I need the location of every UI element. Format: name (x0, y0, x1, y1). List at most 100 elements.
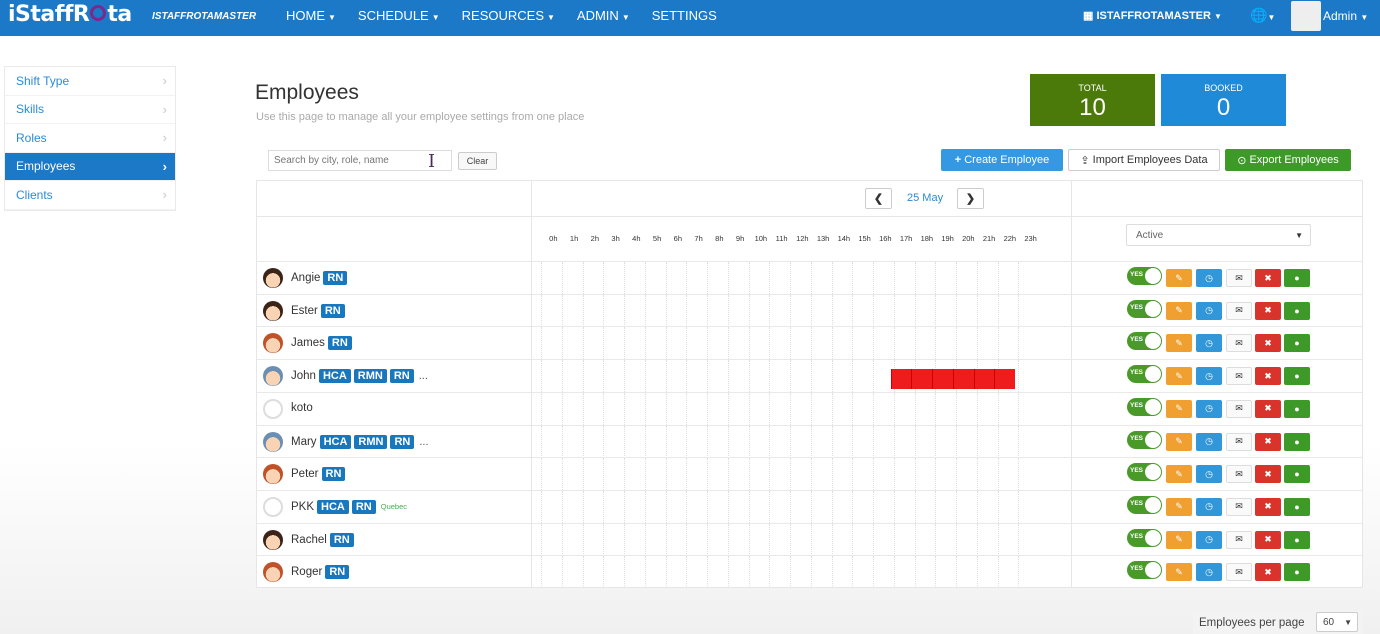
delete-button[interactable]: ✖ (1255, 301, 1281, 320)
message-button[interactable]: ● (1284, 399, 1310, 418)
email-button[interactable]: ✉ (1226, 334, 1252, 353)
clear-button[interactable]: Clear (458, 152, 497, 170)
active-toggle[interactable]: YES (1127, 332, 1162, 351)
edit-button[interactable]: ✎ (1166, 465, 1192, 484)
next-day-button[interactable]: ❯ (957, 188, 984, 209)
employee-name[interactable]: John (291, 370, 316, 382)
schedule-button[interactable]: ◷ (1196, 563, 1222, 582)
employee-name[interactable]: James (291, 337, 325, 349)
shift-block[interactable] (994, 369, 1015, 390)
employee-name[interactable]: Rachel (291, 534, 327, 546)
nav-resources[interactable]: RESOURCES ▼ (462, 8, 555, 23)
schedule-button[interactable]: ◷ (1196, 530, 1222, 549)
app-logo[interactable]: iStaffR ta (8, 2, 132, 27)
delete-button[interactable]: ✖ (1255, 497, 1281, 516)
export-employees-button[interactable]: ⊙ Export Employees (1225, 149, 1351, 171)
schedule-button[interactable]: ◷ (1196, 367, 1222, 386)
email-button[interactable]: ✉ (1226, 367, 1252, 386)
employee-name[interactable]: Ester (291, 305, 318, 317)
message-button[interactable]: ● (1284, 301, 1310, 320)
email-button[interactable]: ✉ (1226, 530, 1252, 549)
message-button[interactable]: ● (1284, 269, 1310, 287)
sidebar-item-skills[interactable]: Skills › (5, 96, 175, 124)
shift-block[interactable] (973, 369, 995, 390)
delete-button[interactable]: ✖ (1255, 432, 1281, 451)
delete-button[interactable]: ✖ (1255, 563, 1281, 582)
nav-admin[interactable]: ADMIN ▼ (577, 8, 630, 23)
edit-button[interactable]: ✎ (1166, 367, 1192, 386)
email-button[interactable]: ✉ (1226, 432, 1252, 451)
nav-settings[interactable]: SETTINGS (652, 8, 717, 23)
delete-button[interactable]: ✖ (1255, 530, 1281, 549)
employee-name[interactable]: PKK (291, 501, 314, 513)
message-button[interactable]: ● (1284, 497, 1310, 516)
email-button[interactable]: ✉ (1226, 301, 1252, 320)
active-toggle[interactable]: YES (1127, 365, 1162, 384)
shift-block[interactable] (932, 369, 953, 390)
schedule-button[interactable]: ◷ (1196, 399, 1222, 418)
active-toggle[interactable]: YES (1127, 528, 1162, 547)
active-toggle[interactable]: YES (1127, 430, 1162, 449)
delete-button[interactable]: ✖ (1255, 269, 1281, 287)
nav-home[interactable]: HOME ▼ (286, 8, 336, 23)
create-employee-button[interactable]: + Create Employee (941, 149, 1063, 171)
active-toggle[interactable]: YES (1127, 299, 1162, 318)
prev-day-button[interactable]: ❮ (865, 188, 892, 209)
search-input[interactable] (268, 150, 452, 171)
employee-name[interactable]: Angie (291, 272, 320, 284)
schedule-button[interactable]: ◷ (1196, 465, 1222, 484)
email-button[interactable]: ✉ (1226, 399, 1252, 418)
shift-block[interactable] (890, 369, 912, 390)
edit-button[interactable]: ✎ (1166, 530, 1192, 549)
nav-schedule[interactable]: SCHEDULE ▼ (358, 8, 440, 23)
employee-name[interactable]: Roger (291, 566, 322, 578)
schedule-button[interactable]: ◷ (1196, 301, 1222, 320)
per-page-select[interactable]: 60 ▼ (1316, 612, 1358, 632)
edit-button[interactable]: ✎ (1166, 497, 1192, 516)
schedule-button[interactable]: ◷ (1196, 432, 1222, 451)
edit-button[interactable]: ✎ (1166, 334, 1192, 353)
delete-button[interactable]: ✖ (1255, 334, 1281, 353)
delete-button[interactable]: ✖ (1255, 465, 1281, 484)
active-toggle[interactable]: YES (1127, 397, 1162, 416)
schedule-button[interactable]: ◷ (1196, 269, 1222, 287)
active-toggle[interactable]: YES (1127, 267, 1162, 285)
import-employees-button[interactable]: ⇪ Import Employees Data (1068, 149, 1220, 171)
shift-block[interactable] (952, 369, 974, 390)
language-menu[interactable]: 🌐▼ (1250, 7, 1275, 24)
schedule-button[interactable]: ◷ (1196, 497, 1222, 516)
sidebar-item-shift-type[interactable]: Shift Type › (5, 67, 175, 96)
delete-button[interactable]: ✖ (1255, 367, 1281, 386)
employee-name[interactable]: koto (291, 402, 313, 414)
edit-button[interactable]: ✎ (1166, 399, 1192, 418)
shift-block[interactable] (911, 369, 932, 390)
delete-button[interactable]: ✖ (1255, 399, 1281, 418)
email-button[interactable]: ✉ (1226, 497, 1252, 516)
message-button[interactable]: ● (1284, 367, 1310, 386)
message-button[interactable]: ● (1284, 563, 1310, 582)
schedule-button[interactable]: ◷ (1196, 334, 1222, 353)
employee-name[interactable]: Mary (291, 436, 317, 448)
sidebar-item-employees[interactable]: Employees › (5, 152, 175, 181)
active-toggle[interactable]: YES (1127, 561, 1162, 580)
message-button[interactable]: ● (1284, 432, 1310, 451)
edit-button[interactable]: ✎ (1166, 301, 1192, 320)
active-toggle[interactable]: YES (1127, 463, 1162, 482)
status-filter-select[interactable]: Active ▼ (1126, 224, 1311, 246)
employee-name[interactable]: Peter (291, 468, 319, 480)
edit-button[interactable]: ✎ (1166, 563, 1192, 582)
edit-button[interactable]: ✎ (1166, 432, 1192, 451)
email-button[interactable]: ✉ (1226, 269, 1252, 287)
user-avatar[interactable] (1291, 1, 1321, 31)
sidebar-item-roles[interactable]: Roles › (5, 124, 175, 153)
sidebar-item-clients[interactable]: Clients › (5, 181, 175, 210)
message-button[interactable]: ● (1284, 334, 1310, 353)
email-button[interactable]: ✉ (1226, 563, 1252, 582)
message-button[interactable]: ● (1284, 530, 1310, 549)
user-menu[interactable]: Admin ▼ (1323, 9, 1368, 23)
org-menu[interactable]: ▦ ISTAFFROTAMASTER ▼ (1083, 9, 1222, 22)
message-button[interactable]: ● (1284, 465, 1310, 484)
email-button[interactable]: ✉ (1226, 465, 1252, 484)
active-toggle[interactable]: YES (1127, 495, 1162, 514)
edit-button[interactable]: ✎ (1166, 269, 1192, 287)
